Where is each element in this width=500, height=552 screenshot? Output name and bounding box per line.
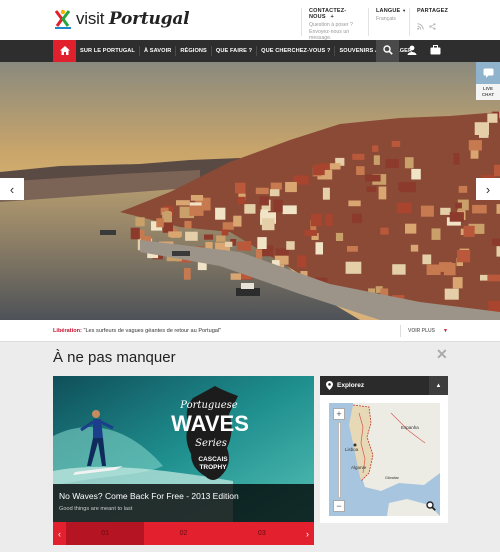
region-map[interactable]: Espanha Lisboa Algarve Gibraltar + − — [329, 403, 440, 516]
badge-line-5: TROPHY — [199, 464, 227, 471]
account-button[interactable] — [400, 40, 423, 62]
badge-line-4: CASCAIS — [198, 456, 228, 463]
live-chat-button[interactable]: LIVE CHAT — [476, 62, 500, 100]
section-title: À ne pas manquer — [53, 349, 176, 366]
site-header: visit Portugal CONTACTEZ-NOUS + Question… — [0, 0, 500, 41]
hero-next-button[interactable]: › — [476, 178, 500, 200]
home-icon — [59, 42, 70, 60]
badge-line-1: Portuguese — [179, 400, 237, 411]
hero-image — [0, 62, 500, 320]
explore-header[interactable]: Explorez ▲ — [320, 376, 448, 395]
hero-prev-button[interactable]: ‹ — [0, 178, 24, 200]
map-pin-icon — [326, 377, 333, 395]
chevron-right-icon: › — [305, 528, 309, 539]
porto-riverside-photo — [0, 62, 500, 320]
logo-text: visit Portugal — [76, 9, 190, 29]
language-selector[interactable]: LANGUE ▼ Français — [368, 8, 408, 36]
feature-caption[interactable]: No Waves? Come Back For Free - 2013 Edit… — [53, 484, 314, 522]
zoom-out-button[interactable]: − — [333, 500, 345, 512]
pager-prev-button[interactable]: ‹ — [53, 522, 66, 545]
share-block: PARTAGEZ — [409, 8, 449, 36]
map-label-lisboa: Lisboa — [345, 447, 359, 452]
nav-item-todo[interactable]: QUE FAIRE ? — [212, 46, 258, 56]
contact-block[interactable]: CONTACTEZ-NOUS + Question à poser ? Envo… — [301, 8, 363, 41]
feature-title: No Waves? Come Back For Free - 2013 Edit… — [59, 491, 239, 501]
explore-widget: Explorez ▲ Espanha Lisboa Algarve Gibral… — [320, 376, 448, 523]
badge-line-2: WAVES — [171, 411, 249, 436]
briefcase-button[interactable] — [424, 40, 447, 62]
pager-next-button[interactable]: › — [301, 522, 314, 545]
user-icon — [407, 42, 417, 60]
chat-bubble-icon — [476, 62, 500, 84]
nav-item-about[interactable]: SUR LE PORTUGAL — [76, 46, 140, 56]
main-nav: SUR LE PORTUGAL À SAVOIR RÉGIONS QUE FAI… — [0, 40, 500, 62]
magnifier-icon — [426, 498, 436, 516]
chevron-up-icon: ▲ — [435, 382, 442, 389]
briefcase-icon — [430, 42, 441, 60]
chevron-left-icon: ‹ — [58, 528, 61, 539]
chevron-right-icon: › — [485, 181, 491, 197]
pager-page-2[interactable]: 02 — [144, 522, 222, 545]
search-icon — [382, 42, 393, 60]
news-headline[interactable]: Libération: "Les surfeurs de vagues géan… — [53, 328, 221, 334]
close-icon[interactable]: ✕ — [436, 346, 448, 363]
chevron-down-icon: ▼ — [442, 328, 448, 334]
chevron-left-icon: ‹ — [9, 181, 15, 197]
rss-icon[interactable] — [417, 17, 424, 35]
chat-label-chat: CHAT — [481, 91, 495, 97]
news-ticker: Libération: "Les surfeurs de vagues géan… — [0, 320, 500, 342]
zoom-search-button[interactable] — [425, 501, 437, 513]
zoom-control: + − — [333, 408, 345, 512]
map-label-algarve: Algarve — [351, 465, 367, 470]
explore-title: Explorez — [337, 382, 365, 389]
logo-icon — [53, 8, 73, 30]
badge-line-3: Series — [195, 438, 227, 449]
nav-item-regions[interactable]: RÉGIONS — [176, 46, 212, 56]
feature-subtitle: Good things are meant to last — [59, 506, 133, 512]
nav-item-know[interactable]: À SAVOIR — [140, 46, 177, 56]
carousel-pager: ‹ 01 02 03 › — [53, 522, 314, 545]
collapse-button[interactable]: ▲ — [429, 376, 448, 395]
site-logo[interactable]: visit Portugal — [53, 8, 190, 30]
pager-page-3[interactable]: 03 — [223, 522, 301, 545]
zoom-in-button[interactable]: + — [333, 408, 345, 420]
voir-plus-button[interactable]: VOIR PLUS ▼ — [400, 325, 448, 337]
share-icon[interactable] — [429, 17, 436, 35]
pager-page-1[interactable]: 01 — [66, 522, 145, 545]
search-button[interactable] — [376, 40, 399, 62]
zoom-slider[interactable] — [337, 422, 341, 498]
home-button[interactable] — [53, 40, 76, 62]
nav-item-search-what[interactable]: QUE CHERCHEZ-VOUS ? — [257, 46, 336, 56]
map-label-espanha: Espanha — [401, 425, 419, 430]
map-label-gibraltar: Gibraltar — [385, 476, 400, 480]
feature-carousel: Portuguese WAVES Series CASCAIS TROPHY N… — [53, 376, 314, 545]
